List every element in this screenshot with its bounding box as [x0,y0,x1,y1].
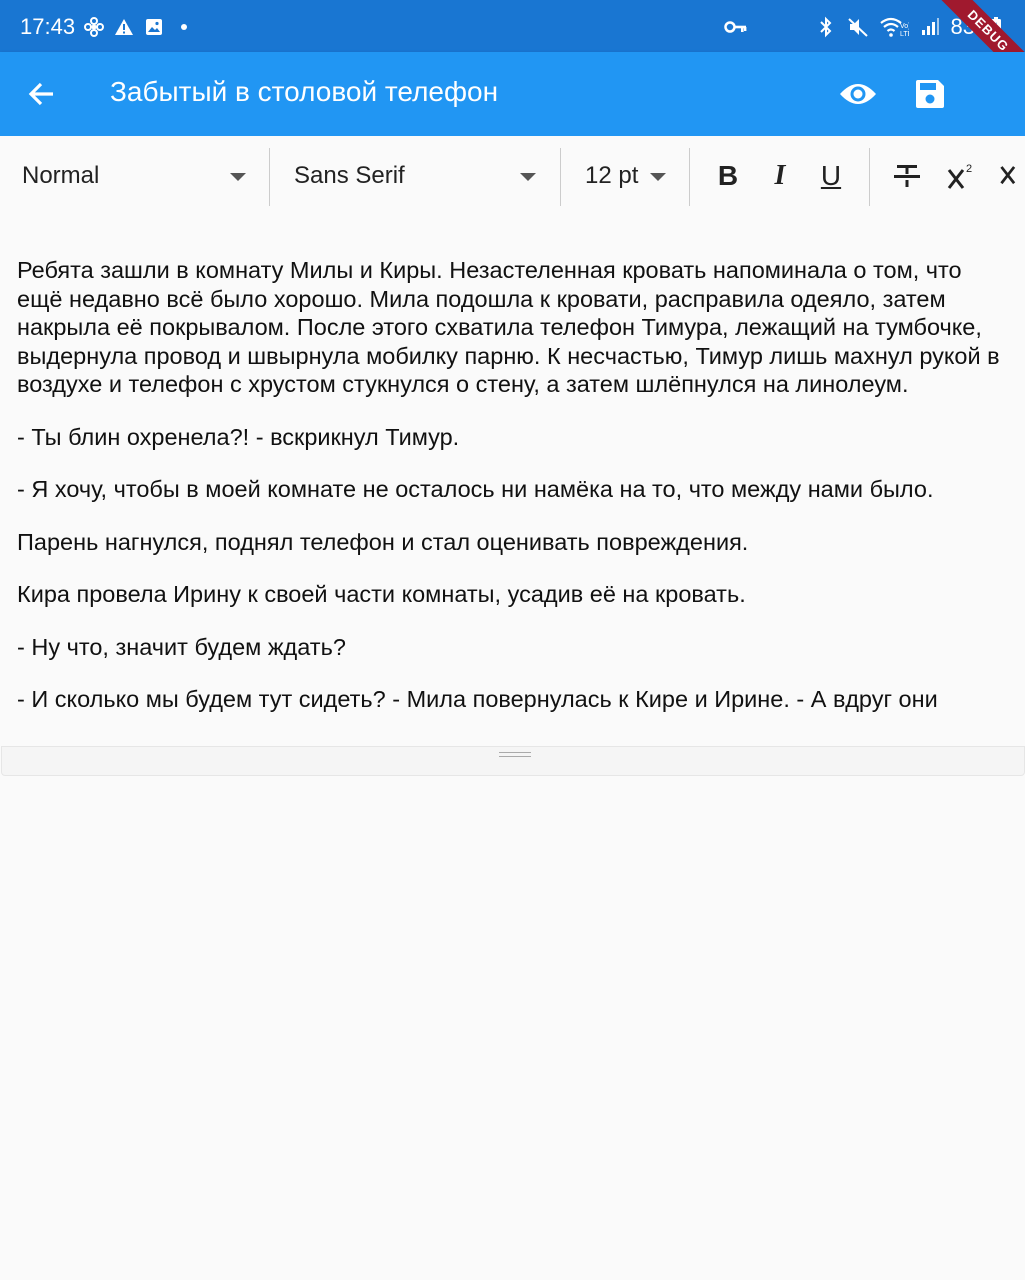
paragraph: - Ну что, значит будем ждать? [17,633,346,660]
underline-button[interactable]: U [814,156,848,196]
superscript-icon: 2 [947,163,972,189]
key-icon [724,16,748,38]
paragraph-style-value: Normal [22,162,100,189]
subscript-icon [1000,166,1016,185]
status-left: 17:43 [20,14,195,40]
paragraph: - И сколько мы будем тут сидеть? - Мила … [17,686,938,712]
dropdown-arrow-icon [650,173,666,181]
dropdown-arrow-icon [230,173,246,181]
dot-icon [173,16,195,38]
status-bar: 17:43 Vo)LTE2 83 DEBUG [0,0,1025,92]
editor-toolbar: Normal Sans Serif 12 pt B I U 2 [0,136,1025,220]
paragraph-style-dropdown[interactable]: Normal [22,148,250,204]
toolbar-divider [869,148,870,206]
save-button[interactable] [908,74,952,114]
back-button[interactable] [22,74,62,114]
bluetooth-icon [815,16,837,38]
paragraph: Парень нагнулся, поднял телефон и стал о… [17,528,749,555]
dropdown-arrow-icon [520,173,536,181]
superscript-button[interactable]: 2 [944,156,978,196]
font-size-value: 12 pt [585,162,639,189]
preview-button[interactable] [836,74,880,114]
signal-icon [919,16,941,38]
fan-icon [83,16,105,38]
font-size-dropdown[interactable]: 12 pt [585,148,673,204]
paragraph: Кира провела Ирину к своей части комнаты… [17,581,746,607]
wifi-icon: Vo)LTE2 [879,16,909,38]
svg-text:Vo): Vo) [900,23,909,30]
image-icon [143,16,165,38]
app-bar: Забытый в столовой телефон [0,52,1025,136]
bold-icon: B [717,160,739,191]
bold-button[interactable]: B [712,156,744,196]
arrow-back-icon [28,82,53,106]
mute-icon [847,16,869,38]
italic-icon: I [774,160,786,191]
document-editor[interactable]: Ребята зашли в комнату Милы и Киры. Неза… [0,220,1025,746]
status-time: 17:43 [20,14,76,39]
underline-icon: U [820,160,842,191]
paragraph: - Я хочу, чтобы в моей комнате не остало… [17,476,934,502]
page-title: Забытый в столовой телефон [110,76,499,107]
paragraph: - Ты блин охренела?! - вскрикнул Тимур. [17,423,460,450]
italic-button[interactable]: I [764,156,796,196]
font-family-value: Sans Serif [294,162,405,189]
strikethrough-button[interactable] [890,156,924,196]
warning-icon [113,16,135,38]
strikethrough-icon [894,165,920,187]
resize-handle-icon[interactable] [499,752,531,757]
toolbar-divider [560,148,561,206]
svg-text:2: 2 [966,163,972,175]
svg-text:LTE2: LTE2 [900,31,909,38]
paragraph: Ребята зашли в комнату Милы и Киры. Неза… [17,257,1000,397]
eye-icon [840,84,876,104]
editor-resize-bar[interactable] [1,746,1025,776]
toolbar-divider [689,148,690,206]
font-family-dropdown[interactable]: Sans Serif [294,148,542,204]
subscript-button[interactable] [996,156,1025,196]
save-icon [916,80,944,108]
toolbar-divider [269,148,270,206]
